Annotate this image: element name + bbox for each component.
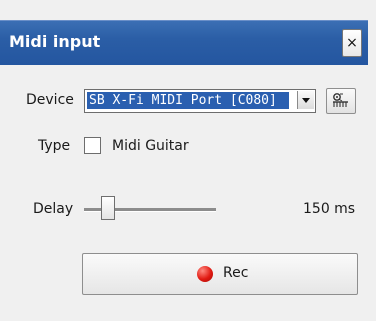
device-settings-button[interactable] (326, 88, 356, 114)
midi-guitar-label[interactable]: Midi Guitar (112, 138, 189, 154)
record-icon (197, 266, 213, 282)
slider-thumb[interactable] (101, 196, 115, 220)
delay-label: Delay (33, 201, 74, 217)
midi-input-dialog: Midi input × Device SB X-Fi MIDI Port [C… (0, 0, 376, 321)
rec-button[interactable]: Rec (82, 253, 358, 295)
midi-guitar-checkbox[interactable] (84, 137, 101, 154)
settings-icon (333, 93, 348, 107)
device-dropdown[interactable]: SB X-Fi MIDI Port [C080] (84, 89, 316, 113)
title-bar[interactable]: Midi input × (0, 20, 368, 65)
device-selected-value: SB X-Fi MIDI Port [C080] (87, 92, 289, 109)
device-label: Device (26, 92, 74, 108)
close-icon: × (346, 35, 358, 51)
dialog-title: Midi input (9, 32, 101, 51)
close-button[interactable]: × (342, 29, 362, 57)
type-label: Type (38, 138, 71, 154)
chevron-down-icon[interactable] (297, 91, 314, 109)
delay-value: 150 ms (303, 201, 356, 217)
rec-button-label: Rec (223, 265, 249, 281)
delay-slider[interactable] (84, 196, 216, 222)
